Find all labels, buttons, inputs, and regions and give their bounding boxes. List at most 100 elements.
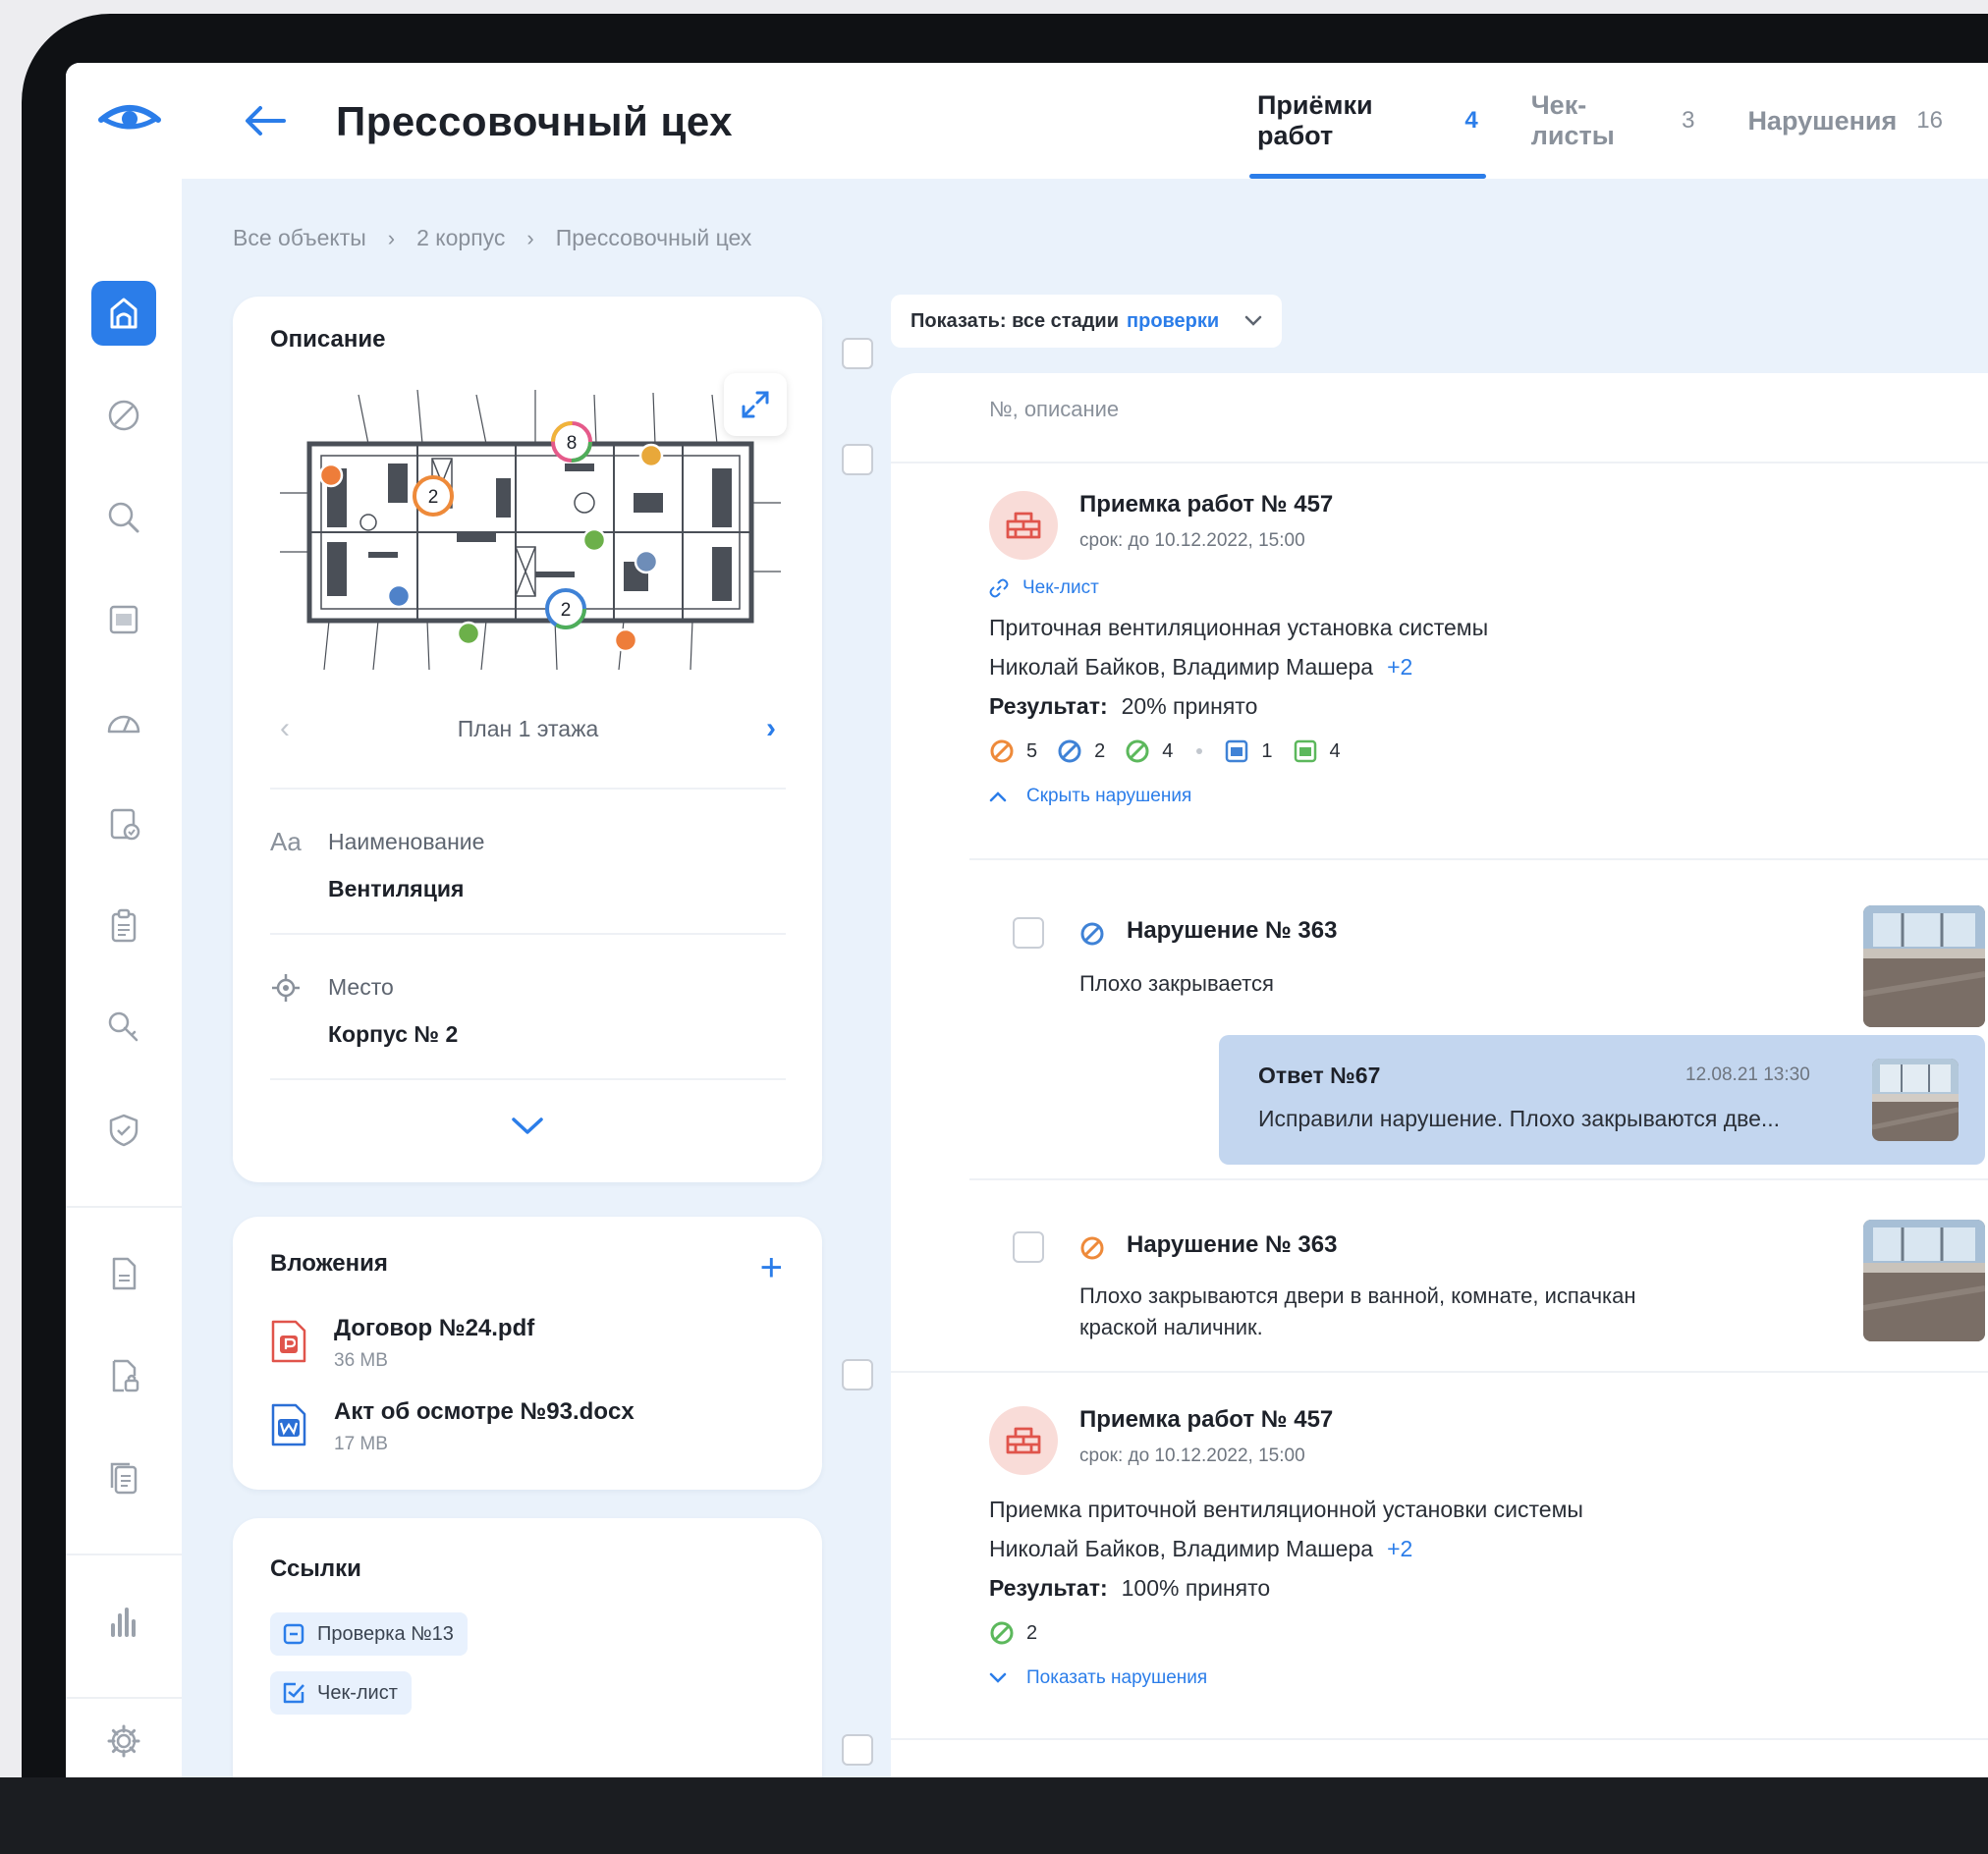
show-violations-toggle[interactable]: Показать нарушения (989, 1667, 1207, 1689)
divider (969, 1178, 1988, 1180)
answer-card[interactable]: Ответ №67 12.08.21 13:30 Исправили наруш… (1219, 1035, 1985, 1165)
stat-count: 1 (1261, 739, 1273, 762)
stat-green: 4 (1125, 738, 1173, 764)
divider (891, 1738, 1988, 1740)
chevron-left-icon[interactable]: ‹ (280, 712, 290, 745)
people-extra[interactable]: +2 (1387, 1536, 1412, 1561)
gear-icon (107, 1724, 140, 1758)
expand-plan-button[interactable] (724, 373, 787, 436)
row-checkbox[interactable] (842, 1734, 873, 1766)
acceptance-deadline: срок: до 10.12.2022, 15:00 (1079, 1445, 1305, 1466)
violation-photo[interactable] (1863, 1220, 1985, 1341)
link-chip-inspection[interactable]: Проверка №13 (270, 1612, 468, 1656)
file-name: Акт об осмотре №93.docx (334, 1398, 635, 1425)
breadcrumb-item[interactable]: 2 корпус (416, 225, 505, 251)
card-title: Ссылки (270, 1555, 361, 1582)
violation-text: краской наличник. (1079, 1315, 1263, 1339)
tab-label: Нарушения (1747, 105, 1898, 136)
sidebar-item-calendar[interactable] (95, 591, 152, 648)
link-label: Чек-лист (1022, 577, 1099, 598)
result-label: Результат: (989, 693, 1108, 719)
app-screen: Прессовочный цех Приёмки работ 4 Чек-лис… (66, 63, 1988, 1777)
chevron-down-icon[interactable] (510, 1114, 545, 1137)
sidebar-item-inspection[interactable] (95, 1000, 152, 1057)
violation-title[interactable]: Нарушение № 363 (1127, 1231, 1337, 1259)
sidebar-item-registry[interactable] (95, 1449, 152, 1506)
floor-plan[interactable]: 2 8 2 (270, 375, 786, 689)
sidebar-item-settings[interactable] (95, 1713, 152, 1770)
chevron-right-icon[interactable]: › (766, 712, 776, 745)
checklist-link[interactable]: Чек-лист (989, 577, 1099, 599)
sidebar-item-secure-documents[interactable] (95, 1347, 152, 1404)
card-title: Описание (270, 326, 386, 353)
link-label: Чек-лист (317, 1681, 398, 1704)
violation-title[interactable]: Нарушение № 363 (1127, 917, 1337, 945)
row-checkbox[interactable] (842, 1359, 873, 1390)
plan-label: План 1 этажа (457, 715, 599, 741)
prohibited-icon (108, 400, 139, 431)
field-value: Корпус № 2 (328, 1021, 459, 1047)
pdf-file-icon (271, 1320, 306, 1363)
acceptance-description: Приточная вентиляционная установка систе… (989, 615, 1489, 640)
tab-count: 3 (1682, 107, 1695, 134)
sidebar-item-documents[interactable] (95, 1245, 152, 1302)
stat-green: 2 (989, 1620, 1037, 1646)
attachment-item[interactable]: Договор №24.pdf 36 MB (270, 1315, 712, 1378)
stage-filter-dropdown[interactable]: Показать: все стадии проверки (891, 295, 1283, 348)
people-extra[interactable]: +2 (1387, 654, 1412, 680)
violation-checkbox[interactable] (1013, 1231, 1044, 1263)
plan-marker-label[interactable]: 2 (428, 487, 439, 508)
acceptance-title[interactable]: Приемка работ № 457 (1079, 491, 1333, 518)
acceptance-avatar (989, 491, 1058, 560)
stat-blue: 2 (1057, 738, 1105, 764)
divider (969, 858, 1988, 860)
search-icon (108, 502, 139, 533)
bricks-icon (1006, 512, 1041, 539)
field-label: Место (328, 974, 394, 1000)
clipboard-icon (111, 908, 137, 943)
file-size: 17 MB (334, 1434, 388, 1454)
sidebar-item-analytics[interactable] (95, 1593, 152, 1650)
violation-stats: 2 (989, 1620, 1057, 1646)
sidebar-divider (66, 1206, 182, 1208)
plan-marker-label[interactable]: 2 (561, 600, 572, 621)
plan-marker-label[interactable]: 8 (567, 433, 578, 454)
stat-count: 4 (1329, 739, 1341, 762)
tab-violations[interactable]: Нарушения 16 (1740, 63, 1951, 179)
location-target-icon (272, 974, 300, 1002)
eye-logo-icon[interactable] (95, 100, 164, 139)
link-chip-checklist[interactable]: Чек-лист (270, 1671, 412, 1715)
violation-checkbox[interactable] (1013, 917, 1044, 949)
list-header: №, описание (989, 397, 1120, 421)
answer-title: Ответ №67 (1258, 1063, 1381, 1088)
row-checkbox[interactable] (842, 444, 873, 475)
add-attachment-button[interactable]: + (760, 1248, 783, 1287)
stat-count: 4 (1162, 739, 1174, 762)
answer-photo[interactable] (1872, 1059, 1959, 1141)
breadcrumb-item[interactable]: Все объекты (233, 225, 366, 251)
sidebar-item-search[interactable] (95, 489, 152, 546)
description-card: Описание 2 8 2 ‹ План 1 этажа › Aa Наиме… (233, 297, 822, 1182)
chevron-up-icon (989, 791, 1007, 802)
inspection-icon (283, 1623, 304, 1645)
sidebar-item-violations[interactable] (95, 387, 152, 444)
sidebar-item-safety[interactable] (95, 1102, 152, 1159)
hide-violations-toggle[interactable]: Скрыть нарушения (989, 786, 1191, 807)
sidebar-item-clipboard[interactable] (95, 898, 152, 954)
sidebar-item-gauge[interactable] (95, 693, 152, 750)
acceptance-title[interactable]: Приемка работ № 457 (1079, 1406, 1333, 1434)
gauge-icon (107, 715, 140, 734)
back-arrow-icon[interactable] (243, 104, 288, 137)
answer-text: Исправили нарушение. Плохо закрываются д… (1258, 1106, 1781, 1131)
prohibited-blue-icon (1080, 922, 1104, 946)
document-lock-icon (112, 1359, 139, 1392)
sidebar-divider (66, 1554, 182, 1555)
attachment-item[interactable]: Акт об осмотре №93.docx 17 MB (270, 1398, 712, 1461)
sidebar-item-checklists[interactable] (95, 795, 152, 852)
tab-checklists[interactable]: Чек-листы 3 (1523, 63, 1703, 179)
violation-photo[interactable] (1863, 905, 1985, 1027)
separator-dot (1196, 748, 1203, 754)
sidebar-item-objects[interactable] (91, 281, 156, 346)
row-checkbox[interactable] (842, 338, 873, 369)
tab-acceptances[interactable]: Приёмки работ 4 (1249, 63, 1486, 179)
